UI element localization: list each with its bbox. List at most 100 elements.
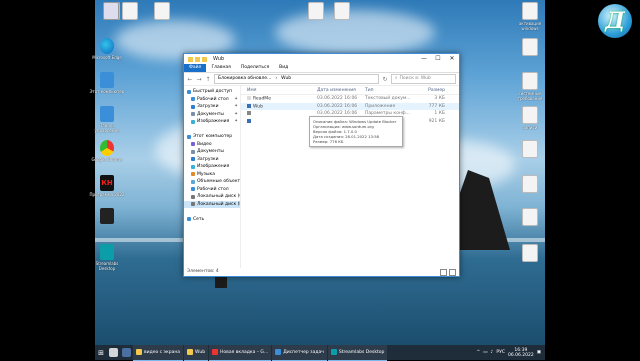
desktop-icon[interactable]: системные требования (512, 72, 548, 101)
minimize-button[interactable]: — (417, 54, 431, 64)
tiles-view-icon[interactable] (449, 268, 456, 276)
taskbar-app[interactable]: Streamlabs Desktop (327, 344, 388, 361)
desktop-icon[interactable]: Этот компьютер (89, 72, 125, 94)
desktop-icon[interactable]: Google Chrome (89, 140, 125, 162)
desktop-icon-label: Этот компьютер (89, 89, 125, 94)
nav-item[interactable]: Документы ✦ (184, 111, 240, 119)
address-bar[interactable]: Блокировка обновле... › Wub (214, 74, 379, 84)
quick-access-toolbar[interactable] (188, 56, 207, 62)
file-size: 1 КБ (434, 111, 445, 117)
taskbar-app[interactable]: видео с экрана (133, 344, 184, 361)
start-button[interactable]: ⊞ (95, 349, 107, 357)
desktop-icon-label: Панель управления (94, 123, 120, 133)
folder-icon (191, 97, 195, 102)
nav-item[interactable]: Локальный диск (D (184, 200, 240, 208)
maximize-button[interactable]: ☐ (431, 54, 445, 64)
column-name[interactable]: Имя (241, 88, 317, 93)
desktop-icon[interactable] (512, 140, 548, 159)
file-icon (522, 244, 538, 262)
nav-item[interactable]: Изображения ✦ (184, 118, 240, 126)
clock[interactable]: 16:39 06.06.2022 (508, 348, 534, 358)
status-bar: Элементов: 4 (184, 268, 459, 276)
app-icon (275, 349, 282, 355)
back-button[interactable]: ← (187, 76, 193, 83)
desktop-icon[interactable] (512, 38, 548, 57)
nav-item[interactable]: Локальный диск (C (184, 193, 240, 201)
taskbar-app[interactable]: Wub (184, 344, 209, 361)
column-size[interactable]: Размер (411, 88, 447, 93)
kh-icon: КН (100, 175, 114, 191)
nav-item[interactable]: Видео (184, 141, 240, 149)
column-type[interactable]: Тип (365, 88, 411, 93)
explorer-window[interactable]: Wub — ☐ ✕ Файл Главная Поделиться Вид ← … (183, 53, 460, 277)
nav-item (184, 126, 240, 134)
desktop-icon[interactable] (512, 175, 548, 194)
desktop-icon[interactable] (512, 244, 548, 263)
clock-date: 06.06.2022 (507, 352, 534, 358)
file-icon (522, 175, 538, 193)
notification-icon[interactable]: ▣ (537, 350, 541, 355)
nav-item[interactable]: Рабочий стол (184, 186, 240, 194)
language-indicator[interactable]: РУС (496, 350, 505, 355)
file-row[interactable]: Wub 03.06.2022 16:06 Приложение 777 КБ (241, 102, 459, 110)
up-button[interactable]: ↑ (205, 76, 211, 83)
title-bar[interactable]: Wub — ☐ ✕ (184, 54, 459, 64)
recycle-bin[interactable] (93, 2, 129, 20)
task-view-icon[interactable] (122, 348, 131, 357)
breadcrumb-current[interactable]: Wub (281, 75, 291, 83)
desktop-icon[interactable]: Microsoft Edge (89, 38, 125, 60)
folder-icon (191, 157, 195, 162)
nav-item[interactable]: Музыка (184, 171, 240, 179)
tab-view[interactable]: Вид (274, 64, 293, 72)
nav-item[interactable]: Этот компьютер (184, 133, 240, 141)
tab-file[interactable]: Файл (184, 64, 207, 72)
breadcrumb-parent[interactable]: Блокировка обновле... (218, 75, 271, 83)
pin-icon: ✦ (234, 119, 238, 125)
desktop-icon[interactable] (512, 208, 548, 227)
details-view-icon[interactable] (440, 268, 447, 276)
nav-item[interactable]: Загрузки ✦ (184, 103, 240, 111)
nav-item[interactable]: Быстрый доступ (184, 88, 240, 96)
nav-item[interactable]: Загрузки (184, 156, 240, 164)
search-icon[interactable] (109, 348, 118, 357)
nav-item-label: Загрузки (197, 156, 219, 162)
file-icon (334, 2, 350, 20)
nav-item[interactable]: Изображения (184, 163, 240, 171)
nav-item-label: Локальный диск (C (197, 194, 240, 200)
control-panel-icon (100, 106, 114, 122)
desktop-icon[interactable]: КН Программа 2022 (89, 175, 125, 197)
file-name: Wub (253, 104, 263, 109)
forward-button[interactable]: → (196, 76, 202, 83)
desktop-icon[interactable] (324, 2, 360, 20)
desktop-icon[interactable]: активация windows (512, 2, 548, 31)
taskbar-app[interactable]: Новая вкладка – G... (209, 344, 272, 361)
desktop-icon[interactable]: записи (512, 106, 548, 130)
file-name: ReadMe (253, 96, 271, 102)
volume-icon[interactable]: ♪ (490, 350, 493, 355)
close-button[interactable]: ✕ (445, 54, 459, 64)
chevron-right-icon: › (275, 76, 278, 81)
tab-share[interactable]: Поделиться (236, 64, 274, 72)
desktop-icon[interactable] (89, 208, 125, 225)
search-input[interactable]: ⌕ Поиск в: Wub (391, 74, 456, 84)
file-row[interactable]: ReadMe 03.06.2022 16:06 Текстовый докум...… (241, 95, 459, 103)
file-icon (308, 2, 324, 20)
tab-home[interactable]: Главная (206, 64, 235, 72)
nav-item[interactable]: Объемные объект (184, 178, 240, 186)
desktop-icon[interactable] (144, 2, 180, 21)
taskbar-app[interactable]: Диспетчер задач (272, 344, 327, 361)
nav-item[interactable]: Рабочий стол ✦ (184, 96, 240, 104)
desktop-icon[interactable]: Панель управления (89, 106, 125, 133)
nav-item[interactable]: Документы (184, 148, 240, 156)
network-icon[interactable]: ▭ (483, 350, 487, 355)
column-date[interactable]: Дата изменения (317, 88, 365, 93)
desktop-icon-label: Google Chrome (91, 157, 123, 162)
chevron-up-icon[interactable]: ^ (476, 350, 480, 355)
refresh-icon[interactable]: ↻ (382, 76, 388, 83)
nav-item[interactable]: Сеть (184, 216, 240, 224)
taskbar-app-label: Wub (195, 349, 206, 355)
folder-icon (187, 217, 191, 222)
file-icon (522, 106, 538, 124)
desktop-icon[interactable]: Streamlabs Desktop (89, 244, 125, 271)
file-list: Имя Дата изменения Тип Размер ReadMe 03.0… (241, 86, 459, 268)
